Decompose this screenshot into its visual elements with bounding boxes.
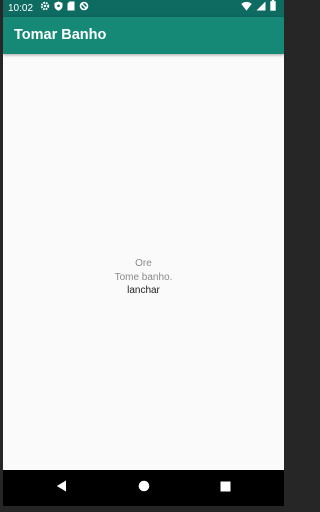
status-time: 10:02 [8,3,34,14]
home-button[interactable] [136,480,152,496]
back-button[interactable] [53,480,69,496]
status-right-icons [241,0,276,17]
home-icon [138,479,150,497]
app-bar: Tomar Banho [3,17,284,54]
list-item[interactable]: Ore [3,257,284,271]
shield-icon [54,0,63,17]
sd-card-icon [67,0,75,17]
list-item[interactable]: lanchar [3,284,284,298]
back-icon [56,479,67,497]
screen: 10:02 Tomar Banho Ore Tome banho. lancha… [3,0,284,506]
app-title: Tomar Banho [14,27,107,43]
recents-icon [220,479,231,497]
battery-icon [270,0,276,17]
task-list: Ore Tome banho. lanchar [3,257,284,298]
recents-button[interactable] [217,480,233,496]
navigation-bar [3,470,284,506]
device-frame: 10:02 Tomar Banho Ore Tome banho. lancha… [0,0,289,512]
status-left-icons [40,0,89,17]
gear-icon [40,0,50,17]
main-content: Ore Tome banho. lanchar [3,54,284,470]
no-sync-icon [79,0,89,17]
list-item[interactable]: Tome banho. [3,271,284,285]
status-bar: 10:02 [3,0,284,17]
signal-icon [256,0,266,17]
wifi-icon [241,0,252,17]
